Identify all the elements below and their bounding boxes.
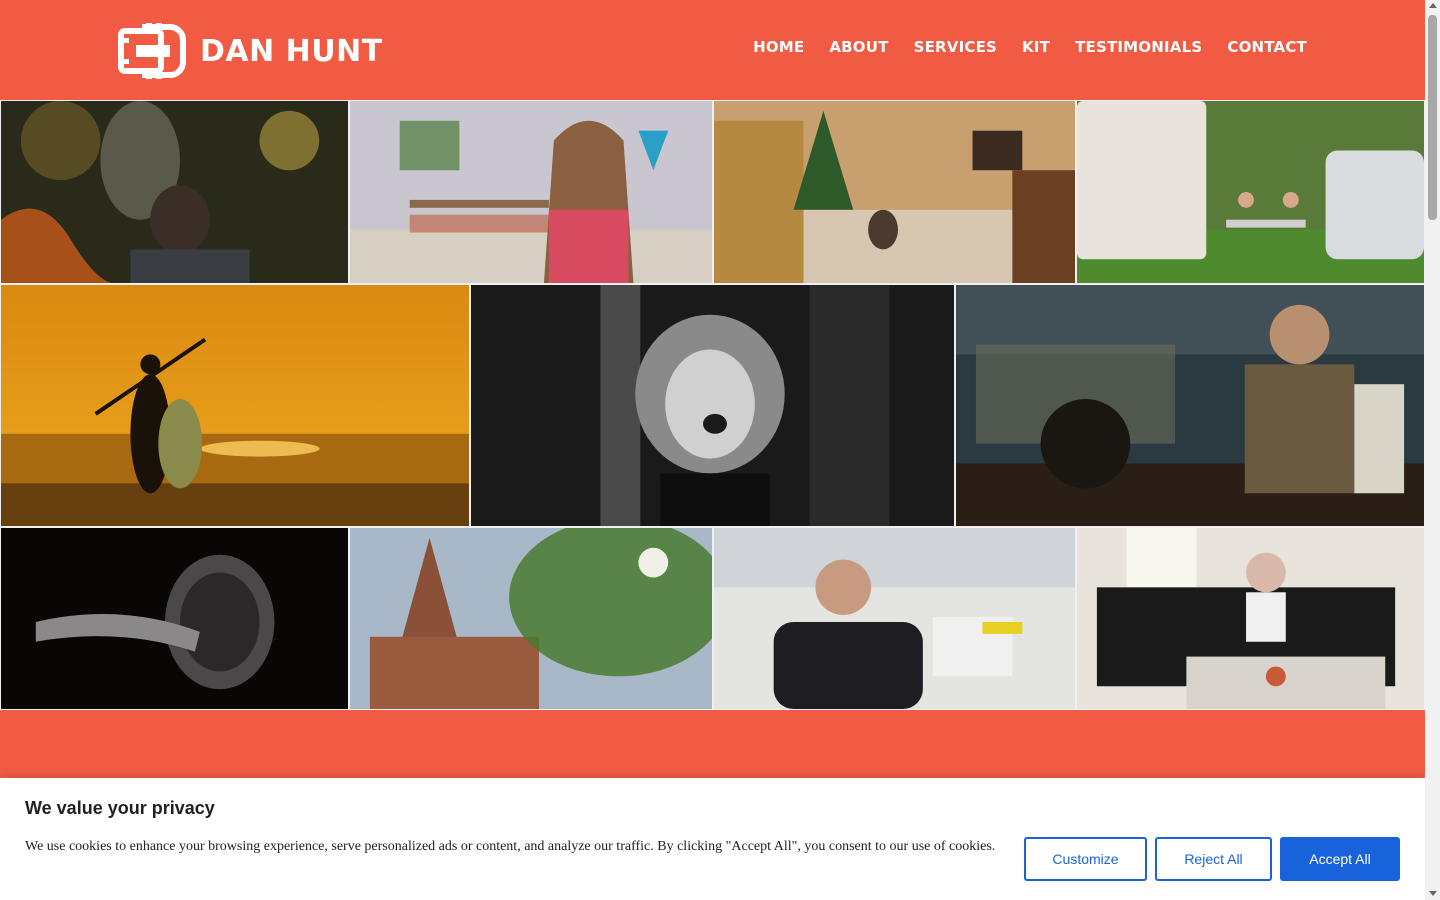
nav-testimonials[interactable]: TESTIMONIALS <box>1075 38 1202 56</box>
nav-kit[interactable]: KIT <box>1022 38 1050 56</box>
main-content: DAN HUNT HOME ABOUT SERVICES KIT TESTIMO… <box>0 0 1425 900</box>
tile-door-handle[interactable] <box>0 527 349 710</box>
logo-link[interactable]: DAN HUNT <box>118 22 383 80</box>
tile-caravan-picnic[interactable] <box>1076 100 1425 284</box>
brand-name: DAN HUNT <box>200 33 383 69</box>
scroll-down-icon[interactable] <box>1429 891 1437 896</box>
tile-church-trees[interactable] <box>349 527 713 710</box>
tile-dog-christmas[interactable] <box>713 100 1076 284</box>
tile-artist-painting[interactable] <box>0 100 349 284</box>
main-nav: HOME ABOUT SERVICES KIT TESTIMONIALS CON… <box>753 38 1307 56</box>
page: DAN HUNT HOME ABOUT SERVICES KIT TESTIMO… <box>0 0 1440 900</box>
cookie-consent-banner: We value your privacy We use cookies to … <box>0 778 1425 900</box>
nav-contact[interactable]: CONTACT <box>1227 38 1307 56</box>
cookie-title: We value your privacy <box>25 798 215 818</box>
cookie-body: We use cookies to enhance your browsing … <box>25 839 996 854</box>
page-scrollbar[interactable] <box>1425 0 1440 900</box>
site-header: DAN HUNT HOME ABOUT SERVICES KIT TESTIMO… <box>0 0 1425 100</box>
logo-icon <box>118 23 186 79</box>
customize-button[interactable]: Customize <box>1024 837 1147 881</box>
tile-man-lab[interactable] <box>713 527 1076 710</box>
tile-woman-playroom[interactable] <box>349 100 713 284</box>
reject-all-button[interactable]: Reject All <box>1155 837 1272 881</box>
scroll-up-icon[interactable] <box>1429 3 1437 8</box>
accept-all-button[interactable]: Accept All <box>1280 837 1400 881</box>
nav-home[interactable]: HOME <box>753 38 804 56</box>
tile-paddleboard-sunset[interactable] <box>0 284 470 527</box>
tile-singer-bw[interactable] <box>470 284 955 527</box>
tile-barman-pub[interactable] <box>955 284 1425 527</box>
nav-about[interactable]: ABOUT <box>829 38 888 56</box>
nav-services[interactable]: SERVICES <box>914 38 997 56</box>
tile-man-messy-room[interactable] <box>1076 527 1425 710</box>
scroll-thumb[interactable] <box>1428 15 1437 220</box>
